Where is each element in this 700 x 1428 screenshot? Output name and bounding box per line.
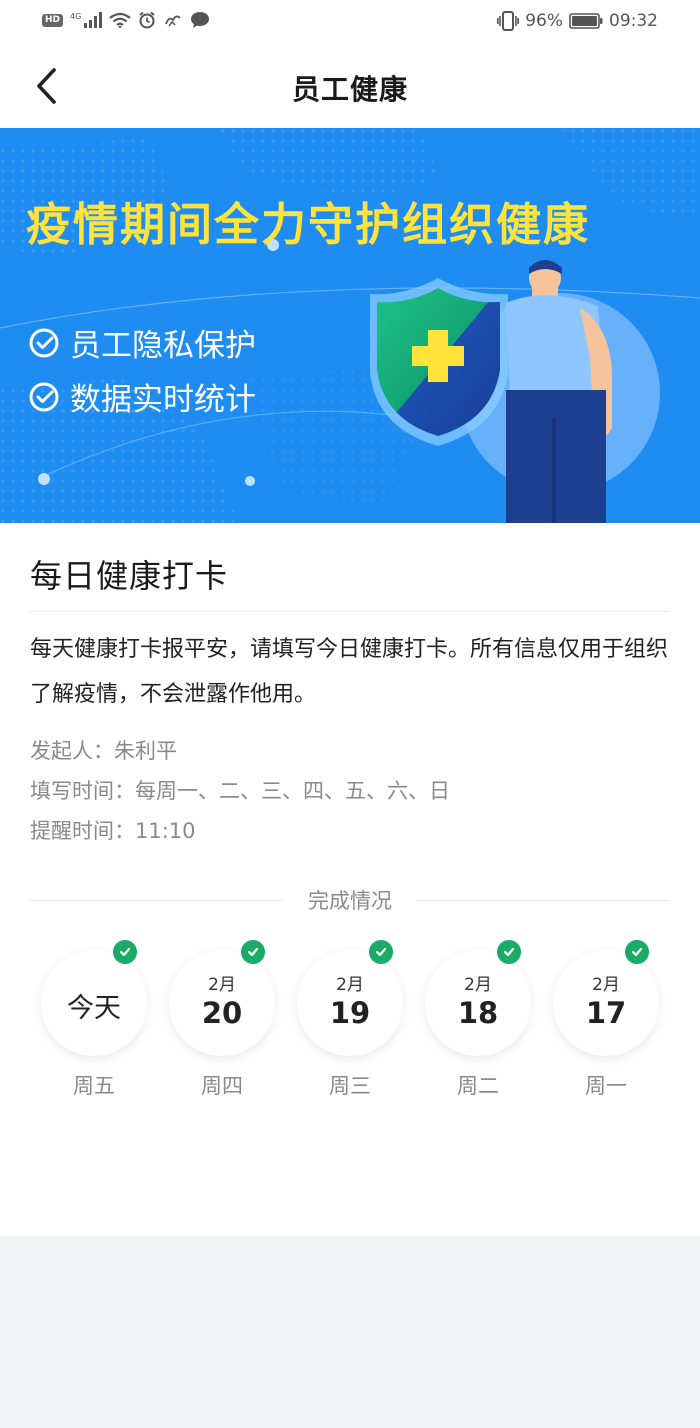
checkin-days: 今天 周五 2月 20 周四 2月 19 周三 2月 18 周二 2月 17 周…	[0, 940, 700, 1108]
day-month: 2月	[336, 975, 364, 995]
clock-time: 09:32	[609, 11, 658, 31]
navigation-bar: 员工健康	[0, 46, 700, 128]
reminder-text: 提醒时间：11:10	[30, 819, 196, 843]
checkin-title: 每日健康打卡	[30, 557, 229, 595]
day-weekday: 周四	[201, 1074, 243, 1098]
day-month: 2月	[464, 975, 492, 995]
checkin-description: 每天健康打卡报平安，请填写今日健康打卡。所有信息仅用于组织了解疫情，不会泄露作他…	[30, 637, 669, 707]
completed-check-icon	[625, 940, 649, 964]
status-bar: HD 4G 96% 09:32	[0, 0, 700, 46]
day-item-20[interactable]: 2月 20 周四	[169, 940, 279, 1108]
day-circle: 今天	[41, 950, 147, 1056]
progress-divider-right	[416, 900, 670, 901]
vibrate-icon	[497, 11, 520, 31]
day-item-18[interactable]: 2月 18 周二	[425, 940, 535, 1108]
alarm-icon	[139, 11, 155, 29]
app-screen: HD 4G 96% 09:32 员工健康 疫情期间全力守护组织健康 员工隐私保护…	[0, 0, 700, 1428]
schedule-text: 填写时间：每周一、二、三、四、五、六、日	[30, 779, 450, 803]
day-weekday: 周五	[73, 1074, 115, 1098]
status-left: HD 4G	[42, 11, 210, 29]
initiator-text: 发起人：朱利平	[30, 739, 177, 763]
day-number: 19	[329, 996, 371, 1030]
status-right: 96% 09:32	[497, 11, 658, 31]
day-weekday: 周二	[457, 1074, 499, 1098]
completed-check-icon	[113, 940, 137, 964]
signal-icon	[84, 12, 103, 28]
completed-check-icon	[241, 940, 265, 964]
network-type: 4G	[70, 11, 82, 21]
promo-banner: 疫情期间全力守护组织健康 员工隐私保护 数据实时统计	[0, 128, 700, 523]
day-item-19[interactable]: 2月 19 周三	[297, 940, 407, 1108]
message-icon	[191, 12, 210, 28]
title-divider	[30, 611, 670, 612]
day-circle: 2月 20	[169, 950, 275, 1056]
day-item-today[interactable]: 今天 周五	[41, 940, 151, 1108]
banner-feature-label: 数据实时统计	[70, 382, 256, 418]
day-month: 2月	[592, 975, 620, 995]
completed-check-icon	[497, 940, 521, 964]
battery-percent: 96%	[525, 11, 563, 31]
banner-feature-label: 员工隐私保护	[70, 328, 256, 364]
day-circle: 2月 19	[297, 950, 403, 1056]
banner-headline: 疫情期间全力守护组织健康	[26, 198, 591, 251]
check-circle-icon	[29, 328, 59, 357]
day-today-label: 今天	[67, 993, 121, 1024]
hd-badge: HD	[42, 13, 64, 27]
app-notification-icon	[165, 15, 181, 27]
day-weekday: 周一	[585, 1074, 627, 1098]
completed-check-icon	[369, 940, 393, 964]
check-circle-icon	[29, 382, 59, 411]
progress-section-header: 完成情况	[30, 883, 670, 917]
day-weekday: 周三	[329, 1074, 371, 1098]
page-title: 员工健康	[291, 73, 408, 106]
day-number: 18	[457, 996, 499, 1030]
banner-feature-stats: 数据实时统计	[28, 374, 256, 419]
day-item-17[interactable]: 2月 17 周一	[553, 940, 663, 1108]
battery-icon	[569, 13, 603, 29]
wifi-icon	[109, 12, 131, 28]
banner-feature-privacy: 员工隐私保护	[28, 320, 256, 365]
day-circle: 2月 17	[553, 950, 659, 1056]
day-number: 20	[201, 996, 243, 1030]
day-number: 17	[585, 996, 627, 1030]
checkin-card: 每日健康打卡 每天健康打卡报平安，请填写今日健康打卡。所有信息仅用于组织了解疫情…	[0, 523, 700, 1236]
day-circle: 2月 18	[425, 950, 531, 1056]
day-month: 2月	[208, 975, 236, 995]
